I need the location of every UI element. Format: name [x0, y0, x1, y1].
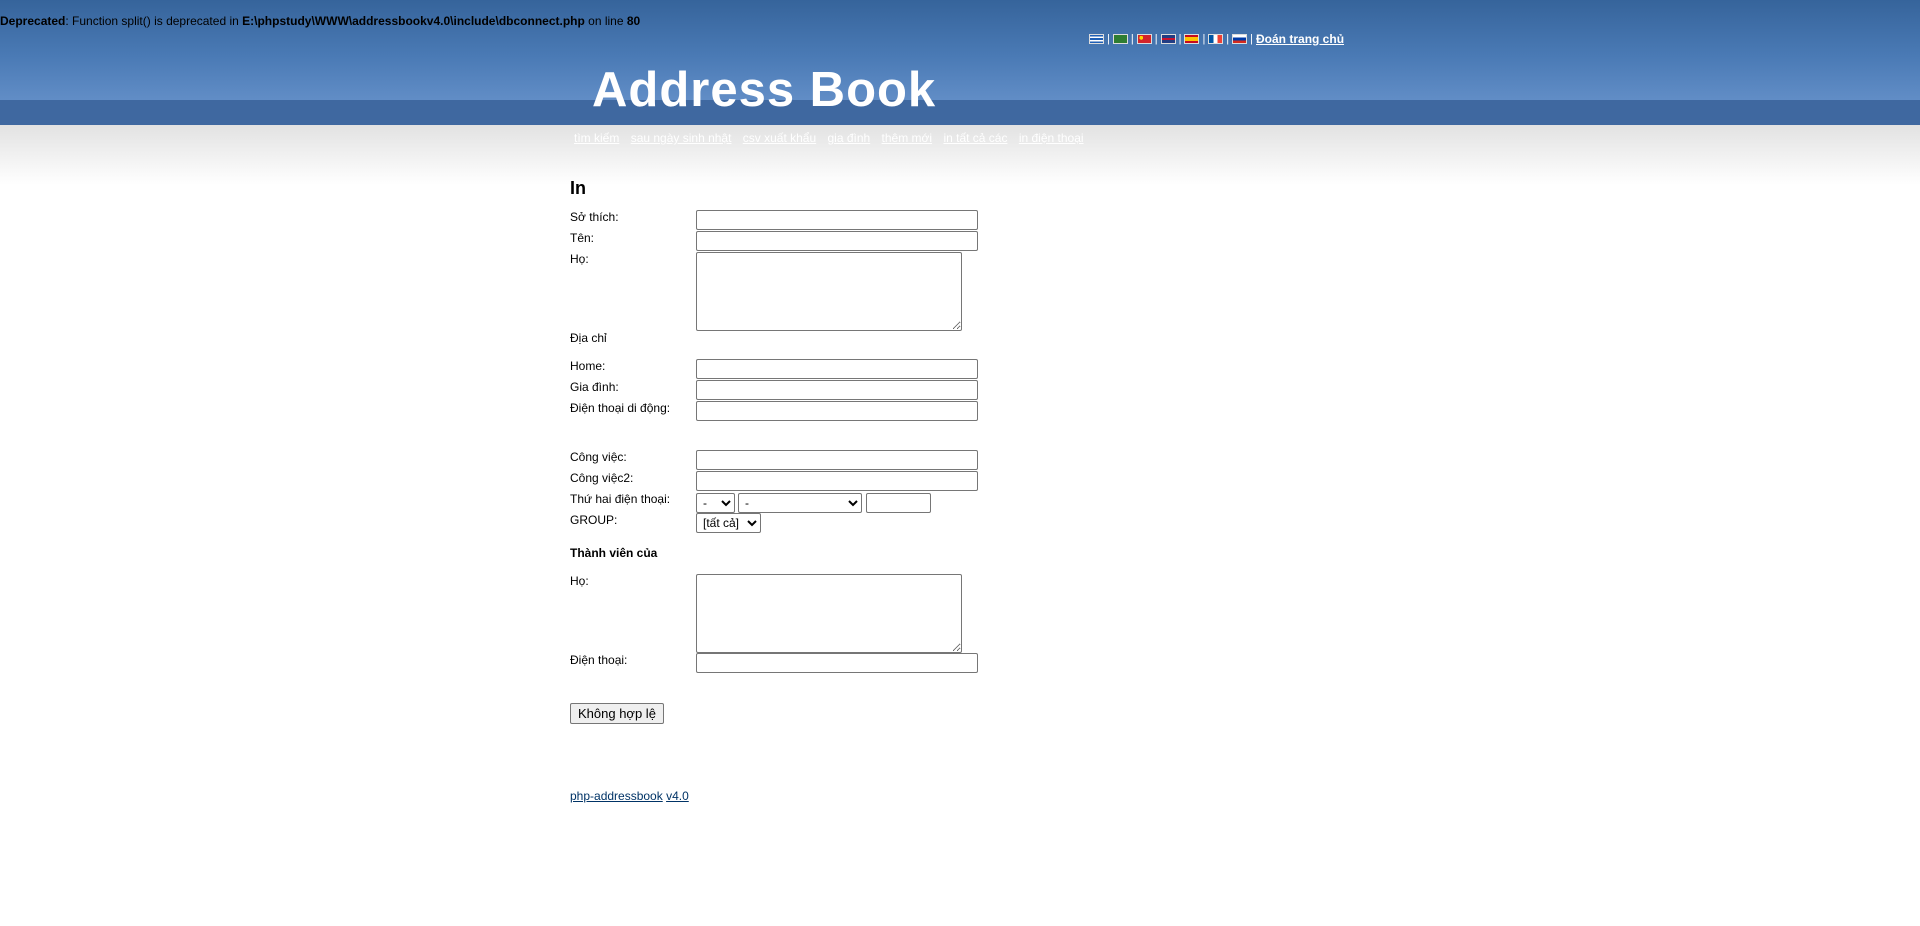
- footer: php-addressbook v4.0: [570, 789, 689, 803]
- submit-button[interactable]: Không hợp lệ: [570, 703, 664, 724]
- deprecated-online: on line: [584, 14, 627, 28]
- label-hobby: Sở thích:: [570, 210, 619, 224]
- russian-flag-icon[interactable]: [1232, 34, 1248, 44]
- arabic-flag-icon[interactable]: [1112, 34, 1128, 44]
- home-input[interactable]: [696, 359, 978, 379]
- deprecated-label: Deprecated: [0, 14, 66, 28]
- family-input[interactable]: [696, 380, 978, 400]
- phone2-select-2[interactable]: -: [738, 493, 862, 513]
- label-work: Công việc:: [570, 450, 627, 464]
- menu-print-phones[interactable]: in điện thoại: [1019, 131, 1084, 145]
- app-logo: Address Book: [592, 63, 937, 117]
- label-address: Địa chỉ: [570, 331, 607, 345]
- separator: |: [1202, 33, 1206, 45]
- label-lastname2: Họ:: [570, 574, 589, 588]
- phone2-select-1[interactable]: -: [696, 493, 735, 513]
- deprecated-line: 80: [626, 14, 641, 28]
- separator: |: [1154, 33, 1158, 45]
- menu-search[interactable]: tìm kiếm: [574, 131, 619, 145]
- language-bar: | | | | | | | Đoán trang chủ: [1089, 32, 1344, 46]
- label-home: Home:: [570, 359, 606, 373]
- firstname-input[interactable]: [696, 231, 978, 251]
- label-family: Gia đình:: [570, 380, 619, 394]
- separator: |: [1178, 33, 1182, 45]
- phone-input[interactable]: [696, 653, 978, 673]
- footer-version-link[interactable]: v4.0: [666, 789, 689, 803]
- label-group: GROUP:: [570, 513, 618, 527]
- home-link[interactable]: Đoán trang chủ: [1256, 32, 1344, 46]
- separator: |: [1250, 33, 1254, 45]
- menu-family[interactable]: gia đình: [828, 131, 871, 145]
- nav-background: [0, 100, 1920, 125]
- main-menu: tìm kiếm sau ngày sinh nhật csv xuất khẩ…: [574, 131, 1092, 145]
- separator: |: [1226, 33, 1230, 45]
- menu-csv-export[interactable]: csv xuất khẩu: [743, 131, 816, 145]
- spanish-flag-icon[interactable]: [1184, 34, 1200, 44]
- label-phone2: Thứ hai điện thoại:: [570, 492, 671, 506]
- label-mobile: Điện thoại di động:: [570, 401, 671, 415]
- phone2-input[interactable]: [866, 493, 931, 513]
- work-input[interactable]: [696, 450, 978, 470]
- menu-birthdays[interactable]: sau ngày sinh nhật: [631, 131, 732, 145]
- page-title: In: [570, 178, 586, 198]
- group-select[interactable]: [tất cả]: [696, 513, 761, 533]
- deprecated-text: : Function split() is deprecated in: [65, 14, 243, 28]
- greek-flag-icon[interactable]: [1089, 34, 1104, 44]
- hobby-input[interactable]: [696, 210, 978, 230]
- lastname-textarea[interactable]: [696, 252, 962, 331]
- lastname2-textarea[interactable]: [696, 574, 962, 653]
- label-phone: Điện thoại:: [570, 653, 628, 667]
- menu-add-new[interactable]: thêm mới: [882, 131, 933, 145]
- mobile-input[interactable]: [696, 401, 978, 421]
- french-flag-icon[interactable]: [1208, 34, 1224, 44]
- label-work2: Công việc2:: [570, 471, 634, 485]
- deprecated-path: E:\phpstudy\WWW\addressbookv4.0\include\…: [242, 14, 585, 28]
- member-of-heading: Thành viên của: [570, 546, 658, 560]
- work2-input[interactable]: [696, 471, 978, 491]
- separator: |: [1130, 33, 1134, 45]
- menu-print-all[interactable]: in tất cả các: [943, 131, 1007, 145]
- english-flag-icon[interactable]: [1160, 34, 1176, 44]
- separator: |: [1107, 33, 1110, 45]
- label-firstname: Tên:: [570, 231, 595, 245]
- footer-project-link[interactable]: php-addressbook: [570, 789, 663, 803]
- chinese-flag-icon[interactable]: [1136, 34, 1152, 44]
- deprecation-warning: Deprecated: Function split() is deprecat…: [0, 14, 640, 28]
- label-lastname: Họ:: [570, 252, 589, 266]
